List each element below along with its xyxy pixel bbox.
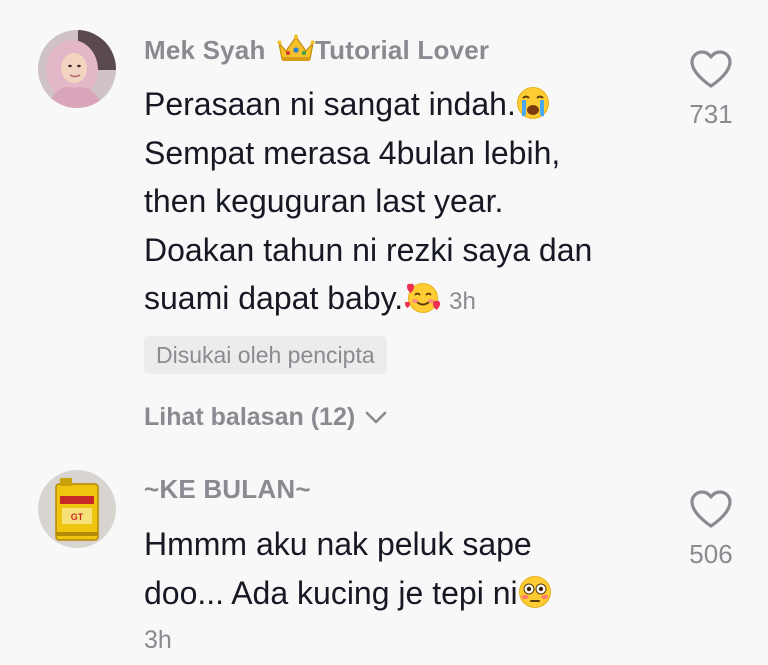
comment-item: GT ~KE BULAN~ Hmmm aku nak peluk sape do… [0,440,768,665]
comment-line: then keguguran last year. [144,183,504,219]
crown-icon [277,34,315,61]
timestamp: 3h [449,288,476,315]
like-button[interactable]: 731 [676,48,746,130]
comment-line: Sempat merasa 4bulan lebih, [144,134,561,171]
like-count: 731 [689,99,733,129]
svg-text:GT: GT [71,512,84,522]
smiling-face-with-hearts-emoji [405,283,441,313]
timestamp: 3h [144,626,172,654]
crying-face-emoji [516,87,549,119]
avatar[interactable] [38,30,116,108]
comment-item: Mek Syah Tutorial Lover Perasaan ni sang… [0,0,768,440]
comment-line: doo... Ada kucing je tepi ni [144,569,552,618]
avatar[interactable]: GT [38,470,116,548]
chevron-down-icon [365,411,387,424]
comment-line: suami dapat baby. 3h [144,280,476,316]
comment-line: Doakan tahun ni rezki saya dan [144,231,593,268]
comment-text: Perasaan ni sangat indah. Sempat merasa … [144,80,592,327]
like-count: 506 [689,539,733,569]
comment-line: Hmmm aku nak peluk sape [144,526,532,562]
heart-icon [690,490,732,528]
username[interactable]: ~KE BULAN~ [144,474,311,505]
view-replies-button[interactable]: Lihat balasan (12) [144,403,388,432]
comment-line: Perasaan ni sangat indah. [144,80,592,129]
like-button[interactable]: 506 [676,488,746,570]
flushed-face-emoji [518,575,551,608]
creator-liked-badge: Disukai oleh pencipta [144,336,387,374]
comment-text: Hmmm aku nak peluk sape doo... Ada kucin… [144,520,552,617]
username[interactable]: Mek Syah Tutorial Lover [144,33,489,66]
heart-icon [690,50,732,88]
